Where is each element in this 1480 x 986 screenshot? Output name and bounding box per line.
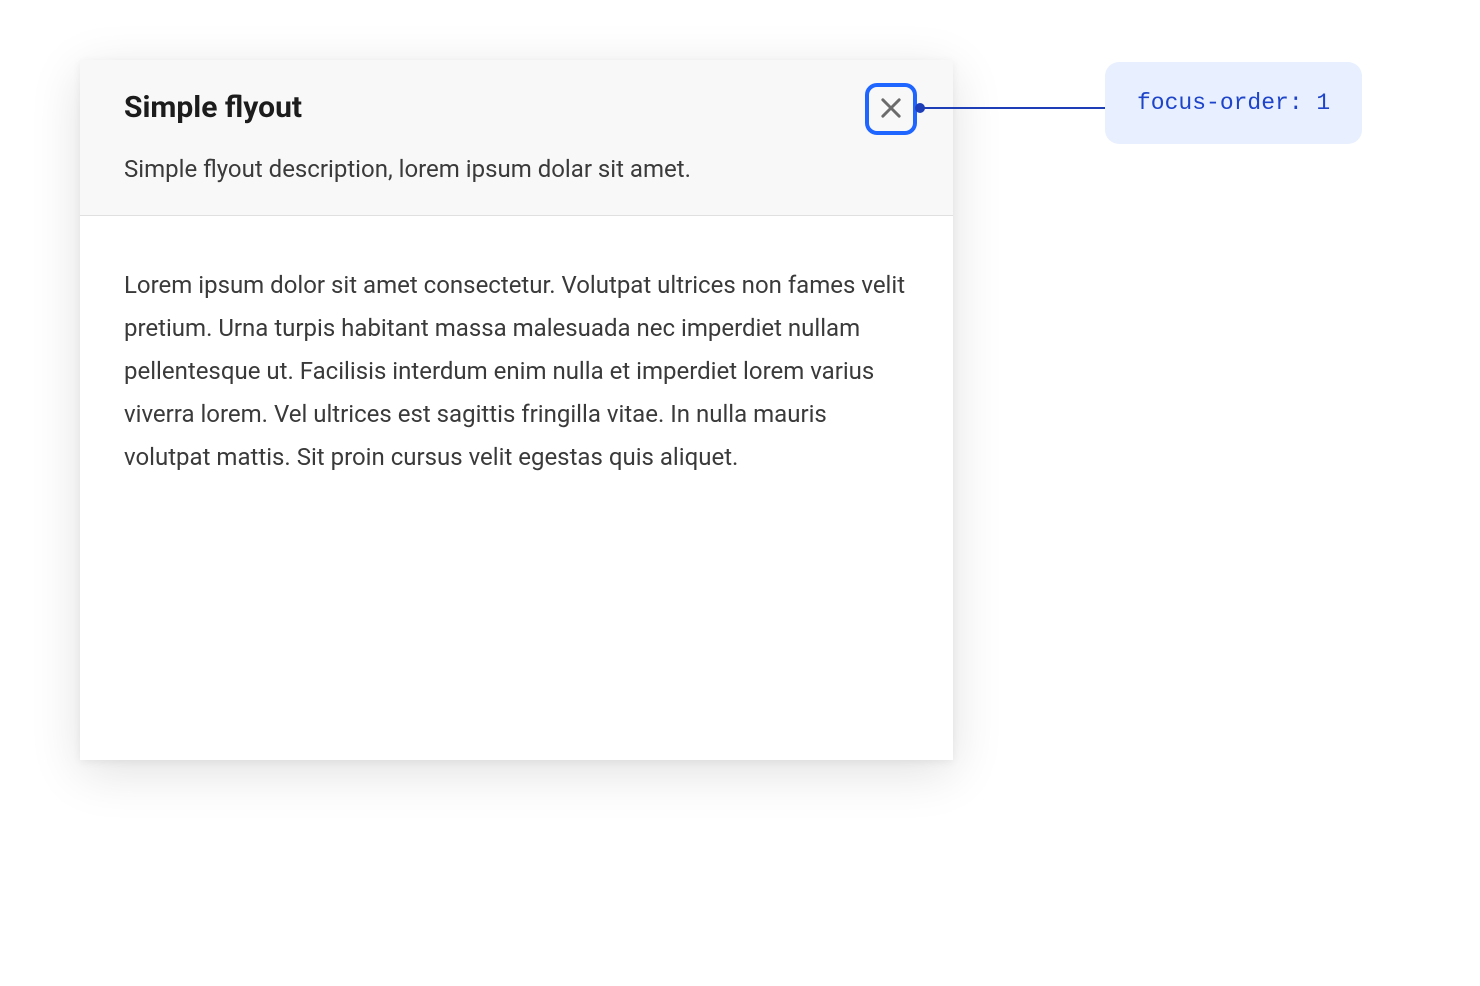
- close-icon: [877, 94, 905, 125]
- flyout-title: Simple flyout: [124, 90, 909, 125]
- annotation-badge: focus-order: 1: [1105, 62, 1362, 144]
- flyout-panel: Simple flyout Simple flyout description,…: [80, 60, 953, 760]
- flyout-description: Simple flyout description, lorem ipsum d…: [124, 153, 909, 187]
- close-button[interactable]: [867, 85, 915, 133]
- annotation-line: [919, 107, 1105, 109]
- flyout-body-text: Lorem ipsum dolor sit amet consectetur. …: [124, 264, 909, 480]
- flyout-body: Lorem ipsum dolor sit amet consectetur. …: [80, 216, 953, 760]
- flyout-header: Simple flyout Simple flyout description,…: [80, 60, 953, 216]
